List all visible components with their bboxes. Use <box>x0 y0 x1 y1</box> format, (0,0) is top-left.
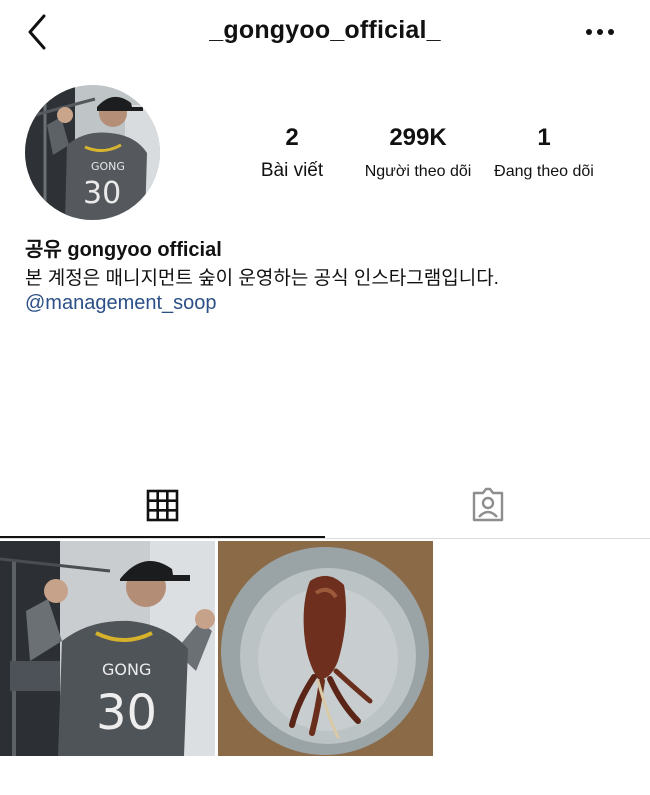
avatar-image: GONG 30 <box>25 85 160 220</box>
followers-count: 299K <box>389 124 447 151</box>
posts-stat[interactable]: 2 Bài viết <box>242 124 342 182</box>
posts-count: 2 <box>285 124 299 151</box>
posts-label: Bài viết <box>260 160 324 181</box>
tab-tagged[interactable] <box>325 478 650 538</box>
followers-stat[interactable]: 299K Người theo dõi <box>355 124 481 181</box>
tab-divider <box>0 538 650 539</box>
following-stat[interactable]: 1 Đang theo dõi <box>485 124 603 181</box>
post-image-squid <box>218 541 433 756</box>
post-thumbnail-squid[interactable] <box>218 541 433 756</box>
profile-header: _gongyoo_official_ <box>0 0 650 64</box>
more-options-button[interactable] <box>580 20 620 44</box>
tab-posts-grid[interactable] <box>0 478 325 538</box>
profile-bio: 본 계정은 매니지먼트 숲이 운영하는 공식 인스타그램입니다. <box>25 268 499 289</box>
tagged-person-icon <box>472 487 504 522</box>
more-horizontal-icon <box>586 29 614 35</box>
jersey-name-text: GONG <box>102 660 151 679</box>
profile-avatar[interactable]: GONG 30 <box>25 85 160 220</box>
mention-link[interactable]: @management_soop <box>25 292 217 315</box>
followers-label: Người theo dõi <box>364 163 472 180</box>
profile-display-name: 공유 gongyoo official <box>25 239 222 261</box>
page-title: _gongyoo_official_ <box>209 16 441 44</box>
following-count: 1 <box>537 124 551 151</box>
following-label: Đang theo dõi <box>494 163 594 180</box>
jersey-number-text: 30 <box>96 685 157 741</box>
svg-text:GONG: GONG <box>91 160 125 173</box>
post-image-jersey: GONG 30 <box>0 541 215 756</box>
post-thumbnail-jersey[interactable]: GONG 30 <box>0 541 215 756</box>
grid-icon <box>146 489 179 522</box>
svg-text:30: 30 <box>83 176 121 211</box>
